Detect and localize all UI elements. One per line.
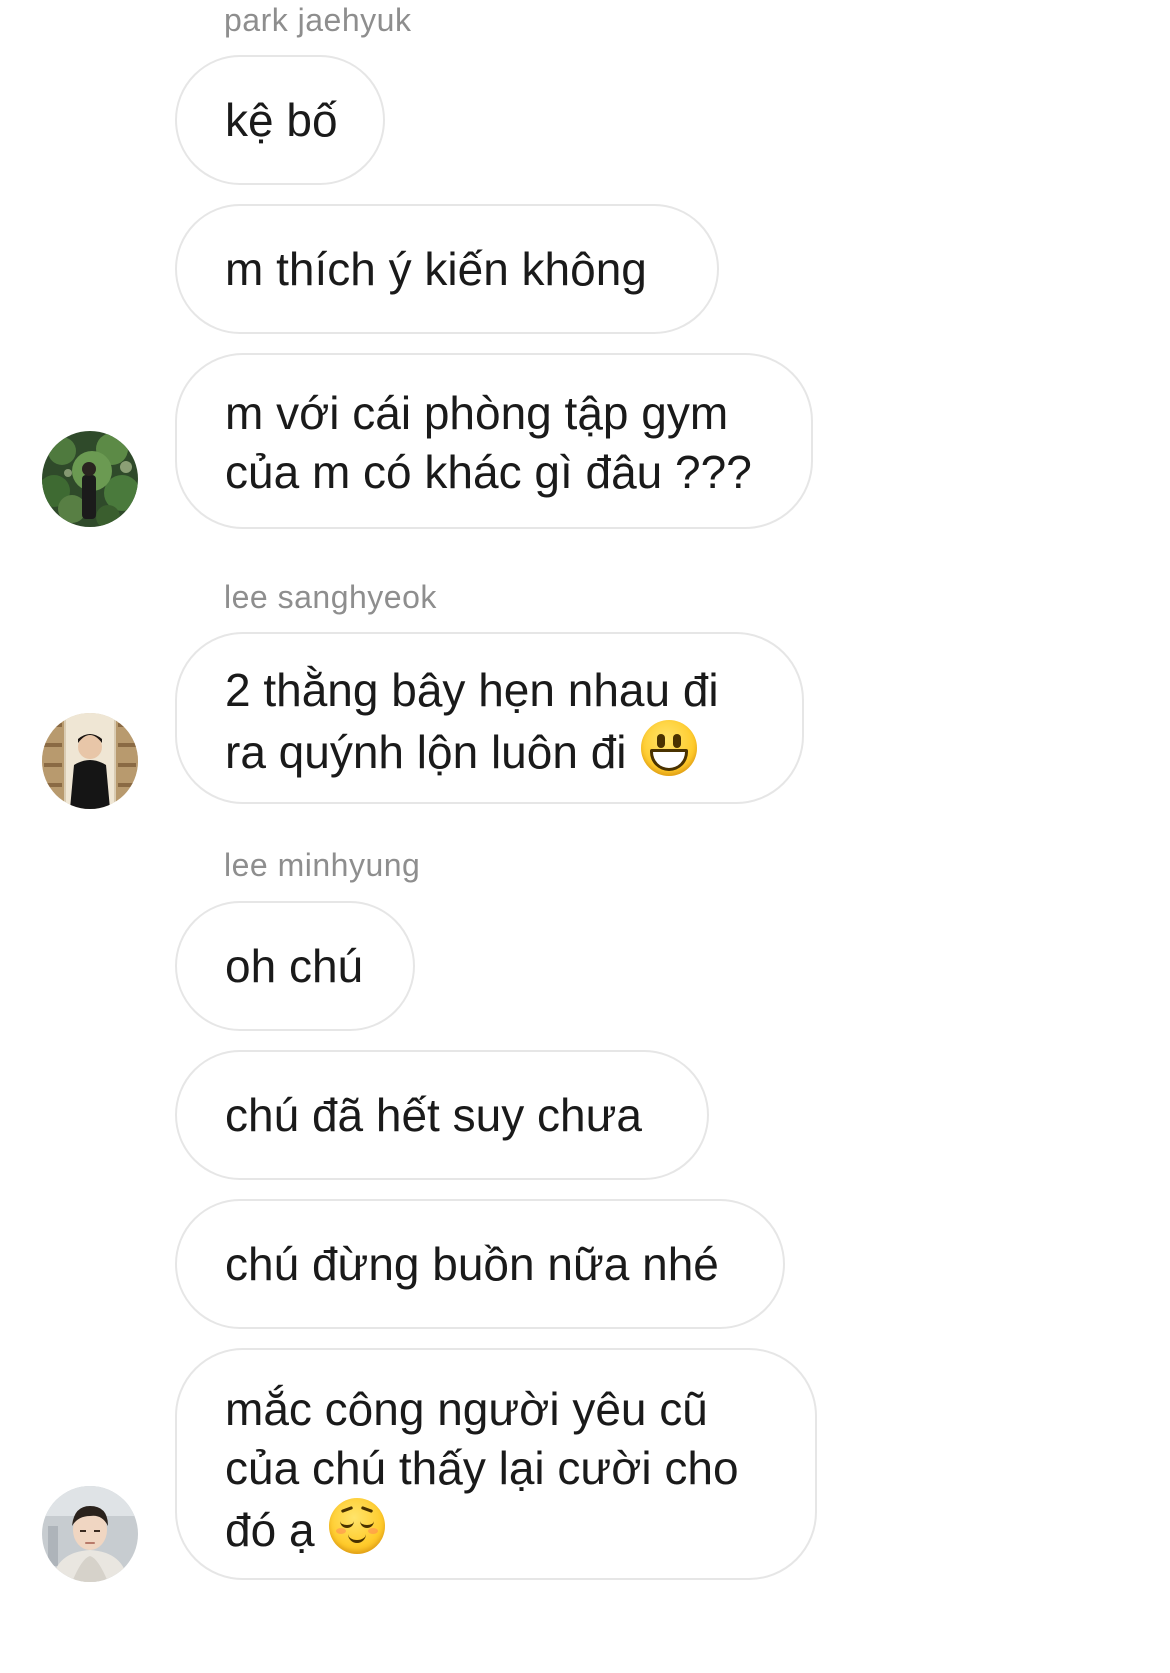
message-bubble[interactable]: 2 thằng bây hẹn nhau đi ra quýnh lộn luô…: [175, 632, 804, 804]
avatar-photo: [42, 713, 138, 809]
message-text-line: mắc công người yêu cũ: [225, 1383, 708, 1435]
relieved-face-emoji: [328, 1498, 385, 1554]
message-bubble[interactable]: m thích ý kiến không: [175, 204, 719, 334]
message-text: chú đã hết suy chưa: [225, 1088, 642, 1141]
message-text-line: m với cái phòng tập gym: [225, 387, 729, 439]
avatar-photo: [42, 1486, 138, 1582]
message-text-line: của chú thấy lại cười cho: [225, 1442, 739, 1494]
message-text-line: của m có khác gì đâu ???: [225, 446, 752, 498]
avatar-park-jaehyuk[interactable]: [42, 431, 138, 527]
message-text: oh chú: [225, 939, 364, 992]
avatar-lee-sanghyeok[interactable]: [42, 713, 138, 809]
grinning-face-emoji: [640, 720, 697, 776]
message-bubble[interactable]: chú đừng buồn nữa nhé: [175, 1199, 785, 1329]
message-bubble[interactable]: kệ bố: [175, 55, 385, 185]
message-text: chú đừng buồn nữa nhé: [225, 1237, 719, 1290]
message-text-line: đó ạ: [225, 1504, 315, 1556]
avatar-photo: [42, 431, 138, 527]
message-text: kệ bố: [225, 93, 338, 146]
message-text-line: ra quýnh lộn luôn đi: [225, 726, 627, 778]
sender-name: lee minhyung: [224, 847, 421, 883]
avatar-lee-minhyung[interactable]: [42, 1486, 138, 1582]
message-text: m thích ý kiến không: [225, 242, 647, 295]
message-bubble[interactable]: mắc công người yêu cũ của chú thấy lại c…: [175, 1348, 817, 1580]
message-text-line: 2 thằng bây hẹn nhau đi: [225, 664, 719, 716]
message-bubble[interactable]: chú đã hết suy chưa: [175, 1050, 709, 1180]
message-bubble[interactable]: oh chú: [175, 901, 415, 1031]
sender-name: park jaehyuk: [224, 2, 412, 38]
message-bubble[interactable]: m với cái phòng tập gym của m có khác gì…: [175, 353, 813, 529]
sender-name: lee sanghyeok: [224, 579, 437, 615]
